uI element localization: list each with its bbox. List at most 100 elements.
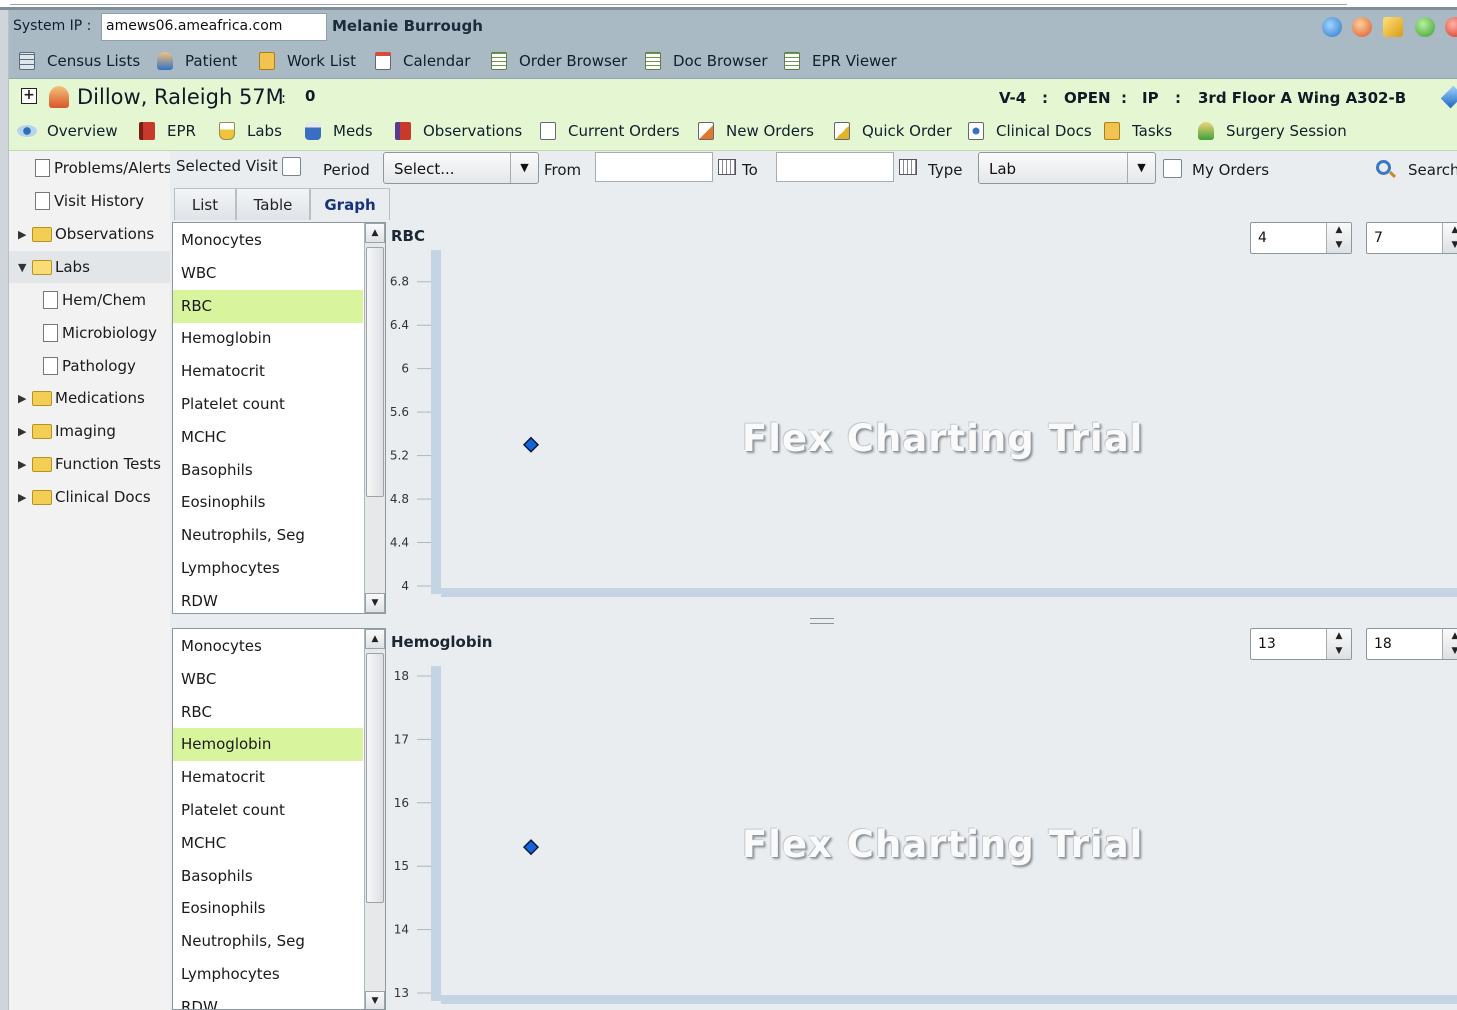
- to-date-input[interactable]: [776, 152, 894, 182]
- period-select[interactable]: Select... ▼: [383, 152, 539, 184]
- nav-work-list[interactable]: Work List: [259, 52, 356, 70]
- scroll-up-arrow-icon[interactable]: ▲: [365, 223, 385, 243]
- nav-calendar[interactable]: Calendar: [375, 52, 470, 70]
- scroll-down-arrow-icon[interactable]: ▼: [365, 991, 385, 1009]
- system-ip-field[interactable]: amews06.ameafrica.com: [101, 13, 327, 41]
- calendar-icon[interactable]: [718, 159, 736, 175]
- list-item[interactable]: RDW: [173, 991, 363, 1009]
- nav-census-lists[interactable]: Census Lists: [19, 52, 140, 70]
- list-item[interactable]: Basophils: [173, 454, 363, 487]
- expand-arrow-icon[interactable]: ▶: [18, 392, 30, 405]
- tree-item-microbiology[interactable]: Microbiology: [43, 318, 157, 348]
- pin-icon[interactable]: [1440, 85, 1457, 109]
- module-surgery-session[interactable]: Surgery Session: [1198, 122, 1347, 140]
- nav-epr-viewer[interactable]: EPR Viewer: [784, 52, 897, 70]
- list-item[interactable]: WBC: [173, 257, 363, 290]
- expand-arrow-icon[interactable]: ▶: [18, 458, 30, 471]
- tree-item-medications[interactable]: ▶ Medications: [18, 383, 145, 413]
- my-orders-checkbox[interactable]: [1163, 159, 1182, 178]
- search-button[interactable]: Search: [1408, 161, 1457, 179]
- tree-item-labs[interactable]: ▼ Labs: [18, 252, 90, 282]
- split-divider-handle[interactable]: [810, 618, 834, 624]
- spin-up-icon[interactable]: ▲: [1327, 629, 1351, 644]
- list-item[interactable]: Hemoglobin: [173, 322, 363, 355]
- scroll-thumb[interactable]: [366, 247, 384, 497]
- module-observations[interactable]: Observations: [395, 122, 522, 140]
- scroll-thumb[interactable]: [366, 653, 384, 903]
- dropdown-arrow-icon[interactable]: ▼: [510, 153, 538, 183]
- module-clinical-docs[interactable]: Clinical Docs: [968, 122, 1092, 140]
- spin-up-icon[interactable]: ▲: [1443, 629, 1457, 644]
- tree-item-observations[interactable]: ▶ Observations: [18, 219, 154, 249]
- tree-item-imaging[interactable]: ▶ Imaging: [18, 416, 116, 446]
- expand-icon[interactable]: +: [21, 88, 37, 104]
- expand-arrow-icon[interactable]: ▶: [18, 491, 30, 504]
- data-point[interactable]: [522, 839, 540, 856]
- dropdown-arrow-icon[interactable]: ▼: [1127, 153, 1155, 183]
- list-item[interactable]: Neutrophils, Seg: [173, 925, 363, 958]
- module-epr[interactable]: EPR: [139, 122, 196, 140]
- test-list-rbc[interactable]: Monocytes WBC RBC Hemoglobin Hematocrit Plate…: [172, 222, 386, 614]
- selected-visit-checkbox[interactable]: [282, 157, 301, 176]
- scroll-down-arrow-icon[interactable]: ▼: [365, 593, 385, 613]
- expand-arrow-icon[interactable]: ▶: [18, 228, 30, 241]
- key-icon[interactable]: [1383, 17, 1403, 37]
- list-item[interactable]: Lymphocytes: [173, 552, 363, 585]
- nav-doc-browser[interactable]: Doc Browser: [645, 52, 768, 70]
- list-item[interactable]: Eosinophils: [173, 892, 363, 925]
- list-item[interactable]: Hemoglobin: [173, 728, 363, 762]
- spin-down-icon[interactable]: ▼: [1443, 644, 1457, 659]
- patient-name[interactable]: Dillow, Raleigh 57M: [77, 85, 284, 109]
- user-icon[interactable]: [1352, 17, 1372, 37]
- help-icon[interactable]: [1415, 17, 1435, 37]
- tab-list[interactable]: List: [174, 188, 236, 220]
- tab-table[interactable]: Table: [236, 188, 310, 220]
- module-tasks[interactable]: Tasks: [1104, 122, 1172, 140]
- tree-item-clinical-docs[interactable]: ▶ Clinical Docs: [18, 482, 151, 512]
- calendar-icon[interactable]: [899, 159, 917, 175]
- type-select[interactable]: Lab ▼: [978, 152, 1156, 184]
- list-item[interactable]: MCHC: [173, 421, 363, 454]
- scroll-up-arrow-icon[interactable]: ▲: [365, 629, 385, 649]
- list-item[interactable]: Platelet count: [173, 794, 363, 827]
- list-item[interactable]: Basophils: [173, 860, 363, 893]
- close-icon[interactable]: [1445, 17, 1457, 37]
- list-item[interactable]: Monocytes: [173, 224, 363, 257]
- list-item[interactable]: Hematocrit: [173, 355, 363, 388]
- list-item[interactable]: RDW: [173, 585, 363, 613]
- data-point[interactable]: [522, 436, 540, 453]
- list-item[interactable]: WBC: [173, 663, 363, 696]
- nav-patient[interactable]: Patient: [157, 52, 237, 70]
- refresh-icon[interactable]: [1322, 17, 1342, 37]
- hemoglobin-min-spinner[interactable]: 13 ▲ ▼: [1250, 628, 1352, 660]
- expand-arrow-icon[interactable]: ▶: [18, 425, 30, 438]
- list-scrollbar[interactable]: ▲ ▼: [364, 223, 385, 613]
- tree-item-problems-alerts[interactable]: Problems/Alerts: [35, 153, 172, 183]
- module-current-orders[interactable]: Current Orders: [540, 122, 680, 140]
- tree-item-hem-chem[interactable]: Hem/Chem: [43, 285, 146, 315]
- spin-up-icon[interactable]: ▲: [1443, 223, 1457, 238]
- module-new-orders[interactable]: New Orders: [698, 122, 814, 140]
- list-scrollbar[interactable]: ▲ ▼: [364, 629, 385, 1009]
- list-item[interactable]: RBC: [173, 289, 363, 323]
- tree-item-pathology[interactable]: Pathology: [43, 351, 136, 381]
- list-item[interactable]: Eosinophils: [173, 486, 363, 519]
- list-item[interactable]: Monocytes: [173, 630, 363, 663]
- spin-up-icon[interactable]: ▲: [1327, 223, 1351, 238]
- list-item[interactable]: Platelet count: [173, 388, 363, 421]
- list-item[interactable]: Hematocrit: [173, 761, 363, 794]
- list-item[interactable]: Neutrophils, Seg: [173, 519, 363, 552]
- collapse-arrow-icon[interactable]: ▼: [18, 261, 30, 274]
- module-overview[interactable]: Overview: [17, 122, 118, 140]
- module-meds[interactable]: Meds: [305, 122, 373, 140]
- module-labs[interactable]: Labs: [219, 122, 282, 140]
- spin-down-icon[interactable]: ▼: [1327, 644, 1351, 659]
- tree-item-function-tests[interactable]: ▶ Function Tests: [18, 449, 161, 479]
- module-quick-order[interactable]: Quick Order: [834, 122, 952, 140]
- tree-item-visit-history[interactable]: Visit History: [35, 186, 144, 216]
- list-item[interactable]: Lymphocytes: [173, 958, 363, 991]
- list-item[interactable]: MCHC: [173, 827, 363, 860]
- test-list-hemoglobin[interactable]: Monocytes WBC RBC Hemoglobin Hematocrit Plate…: [172, 628, 386, 1010]
- list-item[interactable]: RBC: [173, 696, 363, 729]
- from-date-input[interactable]: [595, 152, 713, 182]
